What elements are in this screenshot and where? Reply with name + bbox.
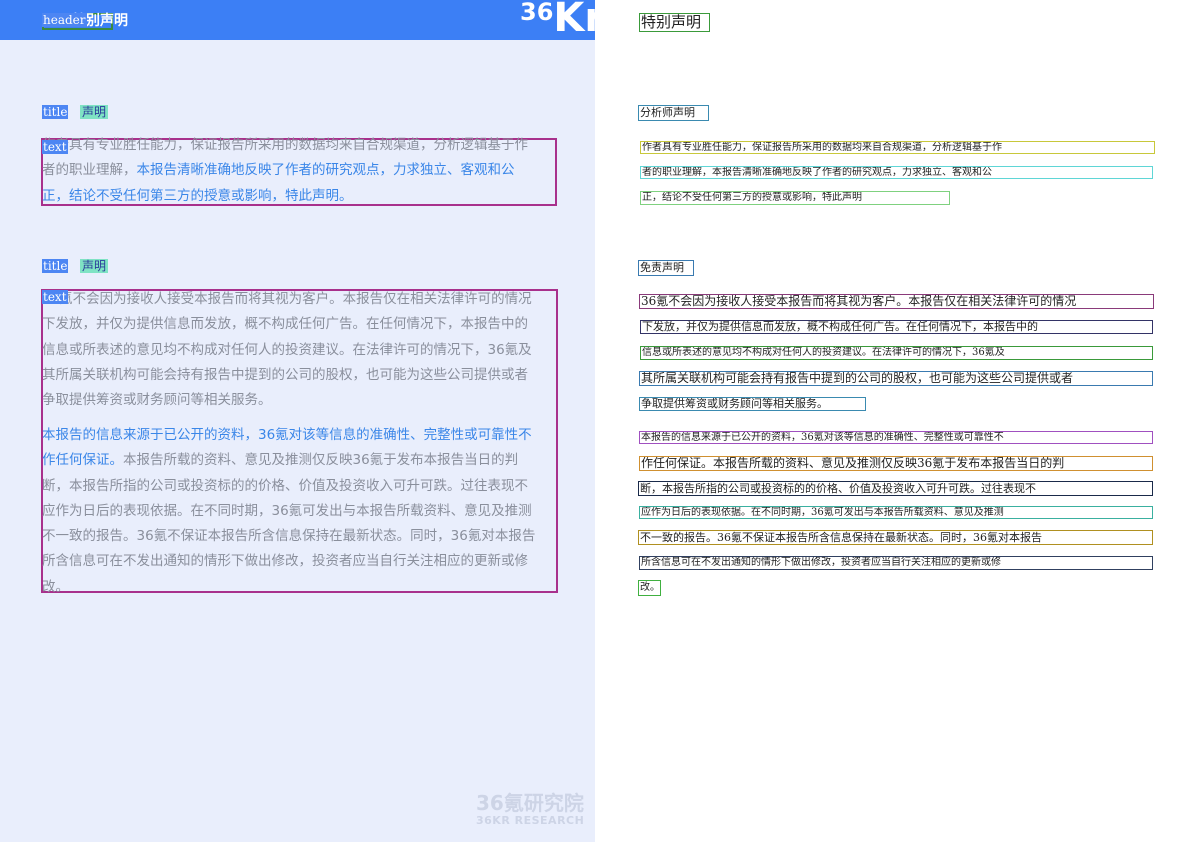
section1-title-tag: title xyxy=(42,105,69,119)
extracted-disclaimer-line: 作任何保证。本报告所载的资料、意见及推测仅反映36氪于发布本报告当日的判 xyxy=(639,456,1153,471)
watermark-line1: 36氪研究院 xyxy=(476,791,584,815)
body-text: 断，本报告所指的公司或投资标的的价格、价值及投资收入可升可跌。过往表现不 xyxy=(42,477,528,494)
logo-letters: Kr xyxy=(553,0,595,41)
extracted-disclaimer-line: 应作为日后的表现依据。在不同时期，36氪可发出与本报告所载资料、意见及推测 xyxy=(639,506,1153,519)
header-tag: header xyxy=(42,13,87,27)
highlighted-text: 本报告的信息来源于已公开的资料，36氪对该等信息的准确性、完整性或可靠性不 xyxy=(42,427,532,443)
extracted-disclaimer-line: 改。 xyxy=(638,580,661,596)
section2-title-tag: title xyxy=(42,259,69,273)
watermark: 36氪研究院 36KR RESEARCH xyxy=(476,792,584,827)
extracted-disclaimer-line: 断，本报告所指的公司或投资标的的价格、价值及投资收入可升可跌。过往表现不 xyxy=(638,481,1153,496)
extracted-title: 特别声明 xyxy=(639,13,710,32)
section2-para2-line: 本报告的信息来源于已公开的资料，36氪对该等信息的准确性、完整性或可靠性不 xyxy=(42,423,556,448)
body-text: 者的职业理解， xyxy=(42,162,137,179)
body-text: 36氪不会因为接收人接受本报告而将其视为客户。本报告仅在相关法律许可的情况 xyxy=(42,291,532,307)
extracted-analyst-line: 作者具有专业胜任能力，保证报告所采用的数据均来自合规渠道，分析逻辑基于作 xyxy=(640,141,1155,154)
section2-para2-line: 作任何保证。本报告所载的资料、意见及推测仅反映36氪于发布本报告当日的判 xyxy=(42,448,556,473)
body-text: 信息或所表述的意见均不构成对任何人的投资建议。在法律许可的情况下，36氪及 xyxy=(42,341,532,358)
rendered-page-panel: 36Kr 特别声明 header 声明 title 作者具有专业胜任能力，保证报… xyxy=(0,0,595,842)
body-text: 改。 xyxy=(42,578,69,595)
section2-para1-line: 36氪不会因为接收人接受本报告而将其视为客户。本报告仅在相关法律许可的情况 xyxy=(42,287,556,312)
section2-para1-line: 信息或所表述的意见均不构成对任何人的投资建议。在法律许可的情况下，36氪及 xyxy=(42,338,556,363)
body-text: 作者具有专业胜任能力，保证报告所采用的数据均来自合规渠道，分析逻辑基于作 xyxy=(42,137,528,153)
logo-number: 36 xyxy=(520,0,554,26)
highlighted-text: 正，结论不受任何第三方的授意或影响，特此声明。 xyxy=(42,187,353,204)
section2-text-tag: text xyxy=(42,290,68,304)
extracted-disclaimer-line: 其所属关联机构可能会持有报告中提到的公司的股权，也可能为这些公司提供或者 xyxy=(639,371,1153,386)
section2-heading: 声明 xyxy=(80,259,109,273)
extracted-disclaimer-line: 信息或所表述的意见均不构成对任何人的投资建议。在法律许可的情况下，36氪及 xyxy=(640,346,1153,360)
body-text: 不一致的报告。36氪不保证本报告所含信息保持在最新状态。同时，36氪对本报告 xyxy=(42,528,536,545)
section2-para1-line: 争取提供筹资或财务顾问等相关服务。 xyxy=(42,388,556,413)
body-text: 本报告所载的资料、意见及推测仅反映36氪于发布本报告当日的判 xyxy=(123,452,519,469)
highlighted-text: 作任何保证。 xyxy=(42,452,123,469)
extracted-analyst-heading: 分析师声明 xyxy=(638,105,709,121)
section2-para2-line: 所含信息可在不发出通知的情形下做出修改，投资者应当自行关注相应的更新或修 xyxy=(42,549,556,574)
extracted-analyst-line: 正，结论不受任何第三方的授意或影响，特此声明 xyxy=(640,191,950,205)
extracted-disclaimer-line: 争取提供筹资或财务顾问等相关服务。 xyxy=(639,397,866,411)
extracted-analyst-line: 者的职业理解，本报告清晰准确地反映了作者的研究观点，力求独立、客观和公 xyxy=(640,166,1153,179)
body-text: 其所属关联机构可能会持有报告中提到的公司的股权，也可能为这些公司提供或者 xyxy=(42,366,528,383)
section1-line: 作者具有专业胜任能力，保证报告所采用的数据均来自合规渠道，分析逻辑基于作 xyxy=(42,133,556,158)
extracted-disclaimer-line: 不一致的报告。36氪不保证本报告所含信息保持在最新状态。同时，36氪对本报告 xyxy=(638,530,1153,545)
extracted-disclaimer-heading: 免责声明 xyxy=(638,260,694,276)
section2-para2-line: 不一致的报告。36氪不保证本报告所含信息保持在最新状态。同时，36氪对本报告 xyxy=(42,524,556,549)
watermark-line2: 36KR RESEARCH xyxy=(476,814,585,827)
36kr-logo: 36Kr xyxy=(520,0,595,38)
section2-paragraph-1: 36氪不会因为接收人接受本报告而将其视为客户。本报告仅在相关法律许可的情况 下发放… xyxy=(42,287,556,413)
section2-para1-line: 下发放，并仅为提供信息而发放，概不构成任何广告。在任何情况下，本报告中的 xyxy=(42,312,556,337)
extracted-disclaimer-line: 36氪不会因为接收人接受本报告而将其视为客户。本报告仅在相关法律许可的情况 xyxy=(639,294,1154,309)
section2-paragraph-2: 本报告的信息来源于已公开的资料，36氪对该等信息的准确性、完整性或可靠性不 作任何… xyxy=(42,423,556,600)
extracted-text-panel: 特别声明 分析师声明 作者具有专业胜任能力，保证报告所采用的数据均来自合规渠道，… xyxy=(595,0,1192,842)
section2-para1-line: 其所属关联机构可能会持有报告中提到的公司的股权，也可能为这些公司提供或者 xyxy=(42,363,556,388)
section2-para2-line: 应作为日后的表现依据。在不同时期，36氪可发出与本报告所载资料、意见及推测 xyxy=(42,499,556,524)
section1-text: 作者具有专业胜任能力，保证报告所采用的数据均来自合规渠道，分析逻辑基于作 者的职业… xyxy=(42,133,556,209)
section1-heading: 声明 xyxy=(80,105,109,119)
highlighted-text: 本报告清晰准确地反映了作者的研究观点，力求独立、客观和公 xyxy=(136,162,515,179)
extracted-disclaimer-line: 本报告的信息来源于已公开的资料，36氪对该等信息的准确性、完整性或可靠性不 xyxy=(639,431,1153,444)
section1-line: 者的职业理解，本报告清晰准确地反映了作者的研究观点，力求独立、客观和公 xyxy=(42,158,556,183)
extracted-disclaimer-line: 下发放，并仅为提供信息而发放，概不构成任何广告。在任何情况下，本报告中的 xyxy=(640,320,1153,334)
body-text: 争取提供筹资或财务顾问等相关服务。 xyxy=(42,392,272,409)
section2-para2-line: 断，本报告所指的公司或投资标的的价格、价值及投资收入可升可跌。过往表现不 xyxy=(42,474,556,499)
section1-line: 正，结论不受任何第三方的授意或影响，特此声明。 xyxy=(42,184,556,209)
section1-text-tag: text xyxy=(42,140,68,154)
body-text: 应作为日后的表现依据。在不同时期，36氪可发出与本报告所载资料、意见及推测 xyxy=(42,502,532,519)
body-text: 下发放，并仅为提供信息而发放，概不构成任何广告。在任何情况下，本报告中的 xyxy=(42,316,528,333)
extracted-disclaimer-line: 所含信息可在不发出通知的情形下做出修改，投资者应当自行关注相应的更新或修 xyxy=(639,556,1153,570)
body-text: 所含信息可在不发出通知的情形下做出修改，投资者应当自行关注相应的更新或修 xyxy=(42,553,528,570)
section2-para2-line: 改。 xyxy=(42,575,556,600)
